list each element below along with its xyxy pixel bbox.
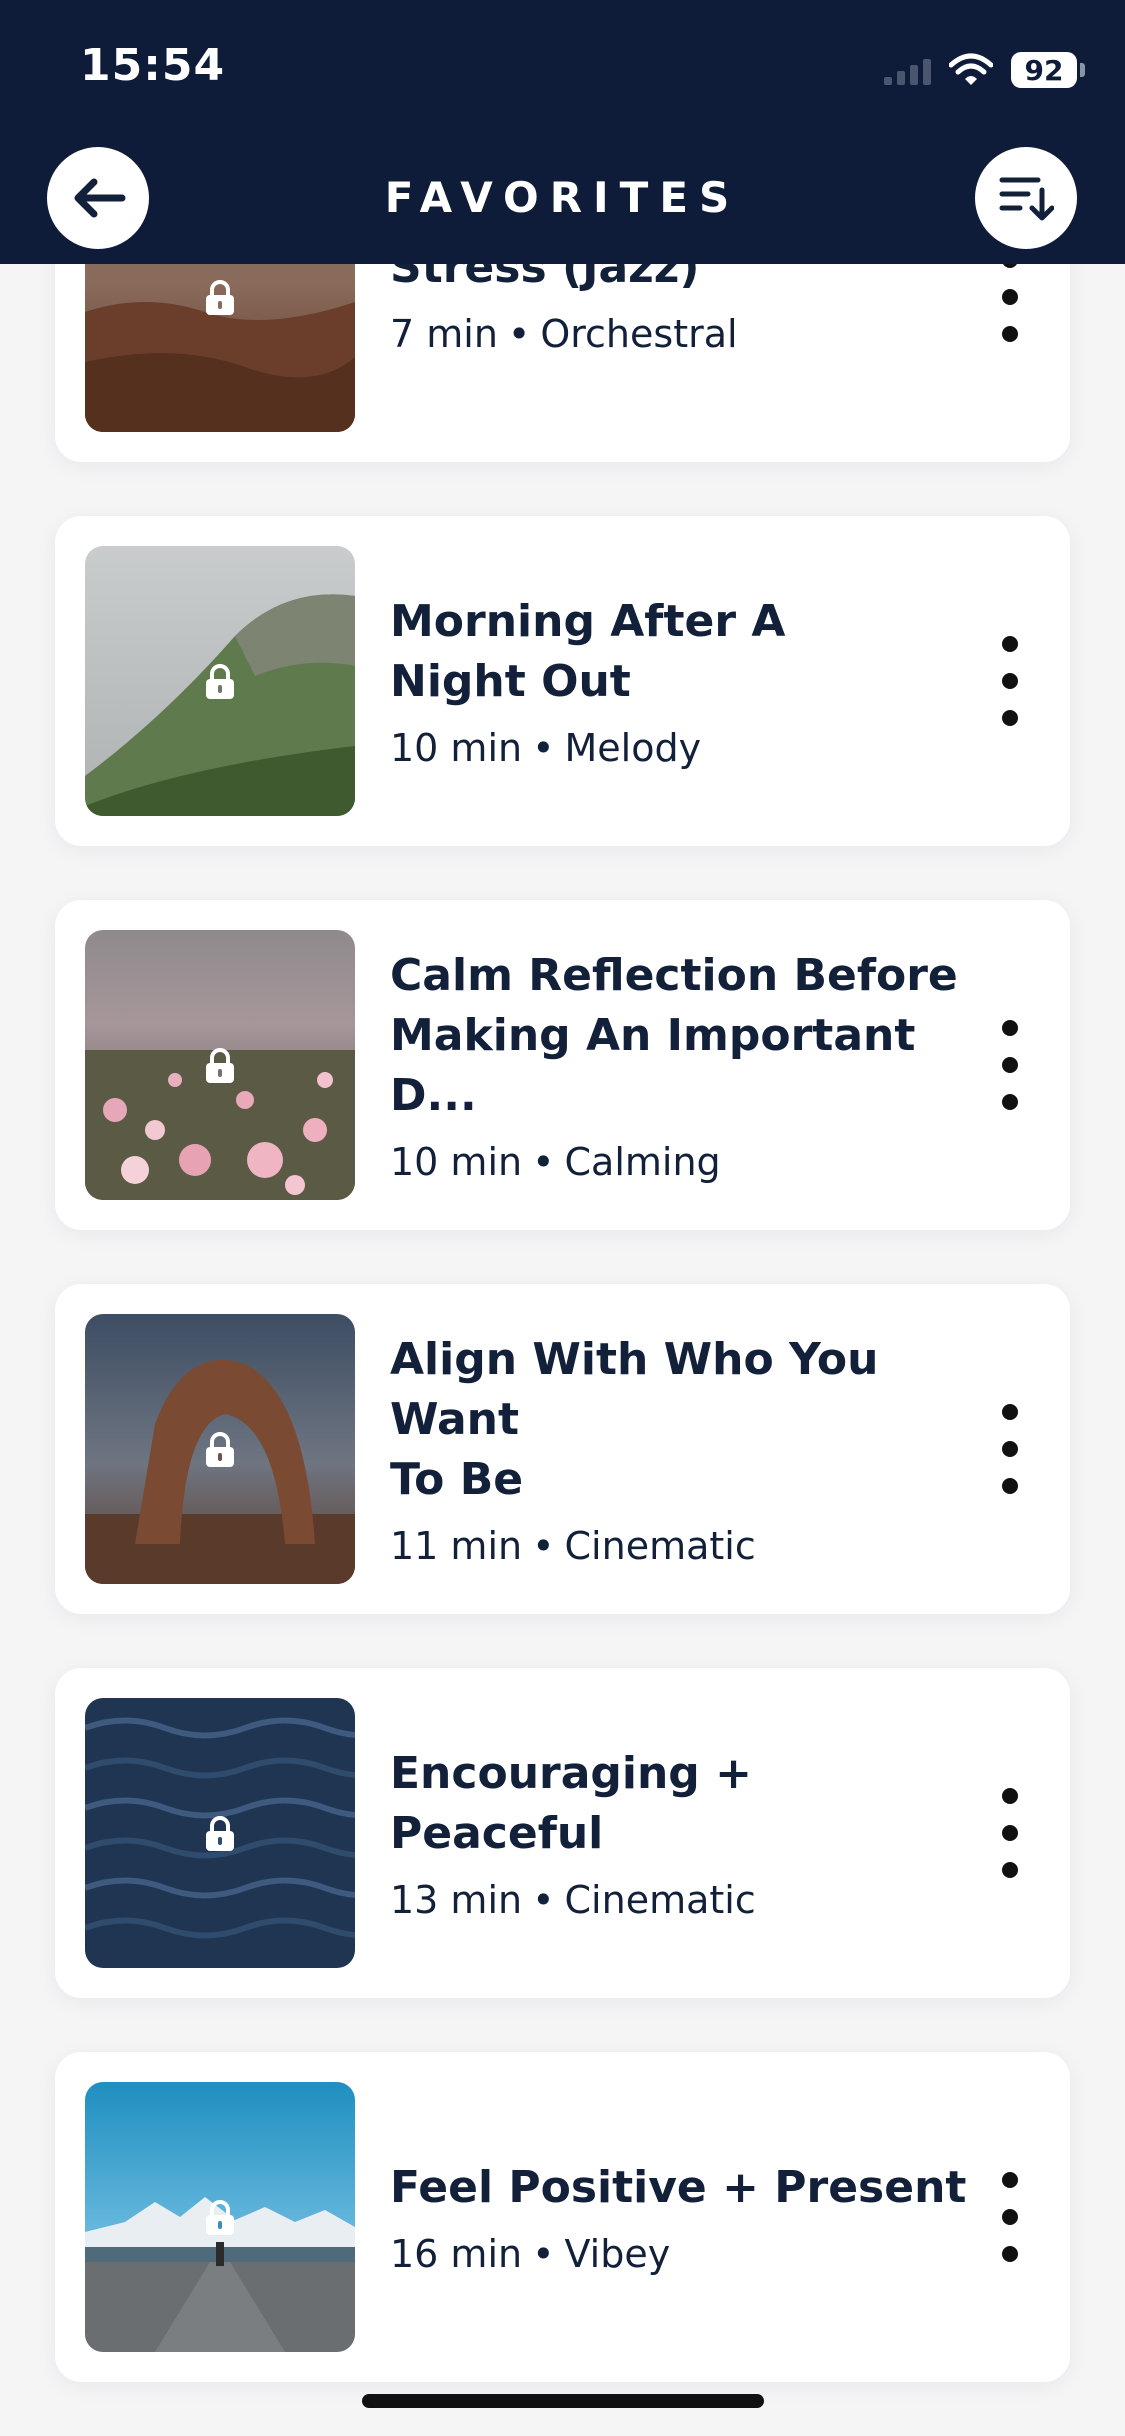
item-genre: Cinematic	[564, 1524, 756, 1568]
favorites-list: Stress (Jazz) 7 min • Orchestral Morning…	[0, 0, 1125, 2436]
lock-icon	[206, 1048, 234, 1083]
item-meta: 13 min • Cinematic	[390, 1878, 756, 1922]
more-options-button[interactable]	[990, 636, 1030, 726]
more-options-button[interactable]	[990, 1404, 1030, 1494]
more-options-button[interactable]	[990, 252, 1030, 342]
lock-icon	[206, 664, 234, 699]
item-duration: 11 min	[390, 1524, 523, 1568]
more-vertical-icon	[1002, 1404, 1018, 1420]
thumbnail-water	[85, 1698, 355, 1968]
item-genre: Melody	[564, 726, 702, 770]
item-title: Align With Who You Want To Be	[390, 1334, 879, 1505]
more-options-button[interactable]	[990, 1788, 1030, 1878]
item-meta: 16 min • Vibey	[390, 2232, 671, 2276]
thumbnail-arch	[85, 1314, 355, 1584]
list-item[interactable]: Encouraging + Peaceful 13 min • Cinematic	[55, 1668, 1070, 1998]
thumbnail-flowers	[85, 930, 355, 1200]
home-indicator	[362, 2394, 764, 2408]
item-meta: 11 min • Cinematic	[390, 1524, 756, 1568]
thumbnail-road	[85, 2082, 355, 2352]
item-duration: 10 min	[390, 1140, 523, 1184]
item-title: Feel Positive + Present	[390, 2162, 967, 2213]
more-options-button[interactable]	[990, 2172, 1030, 2262]
item-genre: Cinematic	[564, 1878, 756, 1922]
item-title: Calm Reflection Before Making An Importa…	[390, 950, 958, 1121]
more-options-button[interactable]	[990, 1020, 1030, 1110]
more-vertical-icon	[1002, 1788, 1018, 1804]
item-genre: Calming	[564, 1140, 721, 1184]
status-time: 15:54	[80, 40, 226, 91]
list-item[interactable]: Calm Reflection Before Making An Importa…	[55, 900, 1070, 1230]
sort-descending-icon	[999, 177, 1054, 221]
sort-button[interactable]	[975, 147, 1077, 249]
more-vertical-icon	[1002, 2172, 1018, 2188]
lock-icon	[206, 1816, 234, 1851]
lock-icon	[206, 2200, 234, 2235]
more-vertical-icon	[1002, 636, 1018, 652]
list-item[interactable]: Feel Positive + Present 16 min • Vibey	[55, 2052, 1070, 2382]
cellular-signal-icon	[884, 55, 931, 85]
thumbnail-mountain	[85, 546, 355, 816]
more-vertical-icon	[1002, 1020, 1018, 1036]
item-duration: 13 min	[390, 1878, 523, 1922]
app-header: 15:54 92 FAVORITES	[0, 0, 1125, 264]
item-title: Morning After A Night Out	[390, 596, 786, 707]
list-item[interactable]: Align With Who You Want To Be 11 min • Cin…	[55, 1284, 1070, 1614]
item-meta: 10 min • Melody	[390, 726, 702, 770]
lock-icon	[206, 280, 234, 315]
item-duration: 7 min	[390, 312, 498, 356]
item-title: Encouraging + Peaceful	[390, 1748, 752, 1859]
status-indicators: 92	[884, 46, 1085, 94]
item-meta: 7 min • Orchestral	[390, 312, 738, 356]
wifi-icon	[949, 53, 993, 85]
battery-indicator: 92	[1011, 52, 1085, 88]
page-title: FAVORITES	[384, 173, 741, 222]
item-genre: Orchestral	[540, 312, 738, 356]
item-genre: Vibey	[564, 2232, 671, 2276]
item-duration: 10 min	[390, 726, 523, 770]
list-item[interactable]: Morning After A Night Out 10 min • Melody	[55, 516, 1070, 846]
item-meta: 10 min • Calming	[390, 1140, 721, 1184]
lock-icon	[206, 1432, 234, 1467]
item-duration: 16 min	[390, 2232, 523, 2276]
